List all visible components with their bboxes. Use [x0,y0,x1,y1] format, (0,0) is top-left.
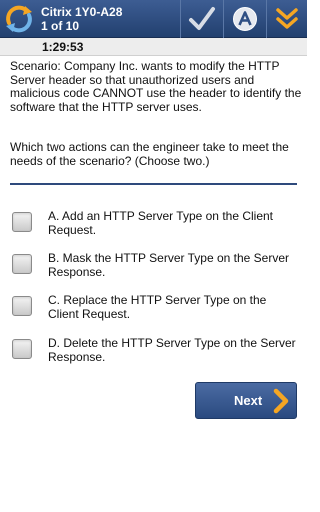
divider [10,183,297,185]
next-button-label: Next [234,393,263,408]
exam-timer: 1:29:53 [42,40,84,54]
app-logo-icon[interactable] [3,3,35,35]
option-label: A. Add an HTTP Server Type on the Client… [48,209,274,237]
answer-a-icon [232,6,258,32]
question-prompt: Which two actions can the engineer take … [10,140,289,168]
question-scenario: Scenario: Company Inc. wants to modify t… [10,59,302,114]
option-label: C. Replace the HTTP Server Type on the C… [48,293,267,321]
checkbox[interactable] [12,296,32,316]
checkbox[interactable] [12,212,32,232]
question-progress: 1 of 10 [41,19,80,33]
header-title-block: Citrix 1Y0-A28 1 of 10 [41,5,122,33]
double-chevron-down-icon [275,6,299,32]
show-answer-button[interactable] [224,0,265,38]
exam-title: Citrix 1Y0-A28 [41,5,123,19]
checkbox[interactable] [12,254,32,274]
timer-bar: 1:29:53 [0,38,307,56]
option-label: B. Mask the HTTP Server Type on the Serv… [48,251,289,279]
option-label: D. Delete the HTTP Server Type on the Se… [48,336,296,364]
checkmark-icon [188,5,216,33]
menu-button[interactable] [267,0,307,38]
top-app-bar: Citrix 1Y0-A28 1 of 10 [0,0,307,38]
check-answer-button[interactable] [181,0,222,38]
next-button[interactable]: Next [195,382,297,419]
checkbox[interactable] [12,339,32,359]
chevron-right-icon [271,388,291,419]
